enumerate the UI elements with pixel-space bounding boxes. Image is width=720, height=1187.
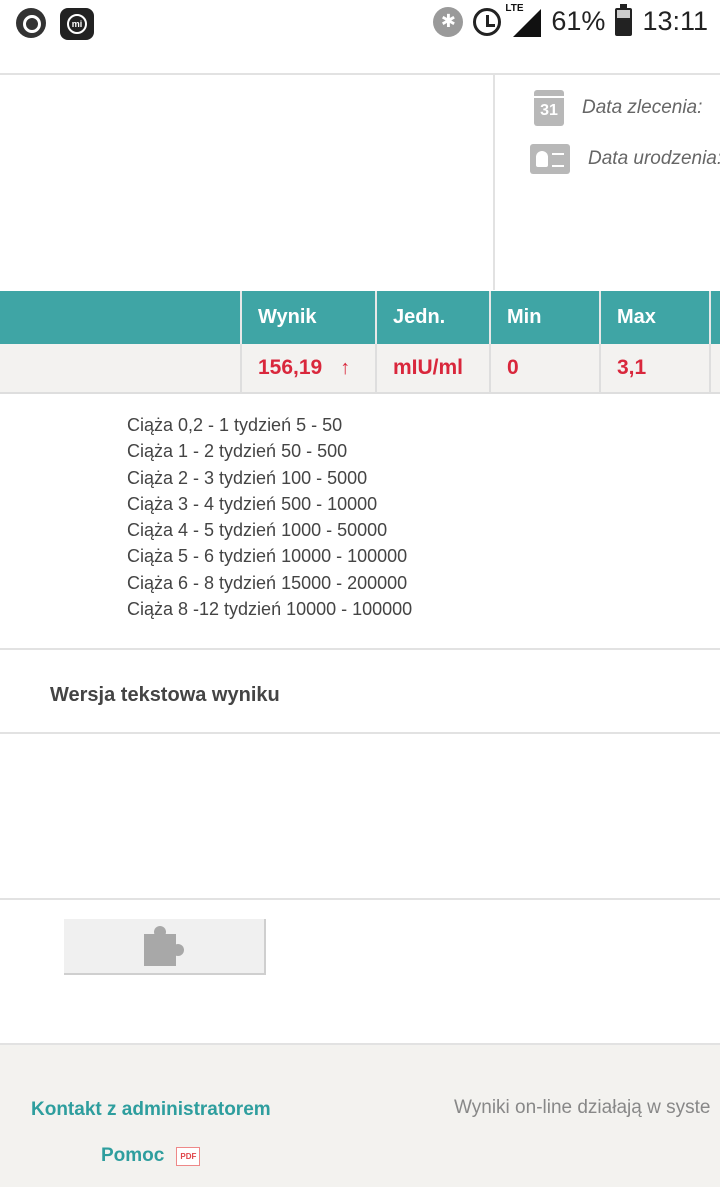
min-cell: 0 xyxy=(507,356,519,379)
clock: 13:11 xyxy=(642,6,708,36)
footer-note: Wyniki on-line działają w syste xyxy=(454,1097,711,1118)
arrow-up-icon: ↑ xyxy=(340,357,351,379)
puzzle-icon xyxy=(142,924,186,968)
order-date-label: Data zlecenia: xyxy=(582,97,703,118)
alarm-icon xyxy=(473,7,502,36)
plugin-placeholder[interactable] xyxy=(64,919,266,975)
column-min: Min xyxy=(507,306,542,328)
bluetooth-icon: ✱ xyxy=(433,6,464,37)
battery-icon xyxy=(615,3,633,36)
column-max: Max xyxy=(617,306,656,328)
footer: Kontakt z administratorem Pomoc PDF Wyni… xyxy=(0,1043,720,1187)
result-value: 156,19 xyxy=(258,356,323,379)
system-indicators: ✱ LTE 61% 13:11 xyxy=(433,3,708,37)
q-app-icon xyxy=(16,8,46,38)
result-cell: 156,19 ↑ xyxy=(241,344,350,392)
cell-separator xyxy=(709,344,711,392)
unit-cell: mIU/ml xyxy=(393,356,464,379)
norm-line: Ciąża 8 -12 tydzień 10000 - 100000 xyxy=(127,599,413,620)
order-date-row: 31 Data zlecenia: xyxy=(530,90,702,126)
section-divider xyxy=(0,898,720,900)
norm-line: Ciąża 2 - 3 tydzień 100 - 5000 xyxy=(127,467,368,488)
norm-line: Ciąża 1 - 2 tydzień 50 - 500 xyxy=(127,441,348,462)
birth-date-label: Data urodzenia: xyxy=(588,148,720,169)
results-table-header: Wynik Jedn. Min Max xyxy=(0,291,720,344)
contact-admin-link[interactable]: Kontakt z administratorem xyxy=(31,1099,271,1121)
max-cell: 3,1 xyxy=(617,356,647,379)
column-unit: Jedn. xyxy=(393,306,446,328)
norm-line: Ciąża 0,2 - 1 tydzień 5 - 50 xyxy=(127,415,343,435)
vertical-divider xyxy=(493,75,495,290)
norm-line: Ciąża 6 - 8 tydzień 15000 - 200000 xyxy=(127,572,408,593)
battery-percent: 61% xyxy=(551,6,606,36)
column-result: Wynik xyxy=(258,306,317,328)
help-row: Pomoc PDF xyxy=(101,1145,201,1167)
section-divider xyxy=(0,732,720,734)
help-link[interactable]: Pomoc xyxy=(101,1145,164,1167)
reference-norms: Ciąża 0,2 - 1 tydzień 5 - 50 Ciąża 1 - 2… xyxy=(127,412,412,622)
notification-icons: mi xyxy=(16,8,94,40)
norm-line: Ciąża 5 - 6 tydzień 10000 - 100000 xyxy=(127,546,408,567)
signal-icon: LTE xyxy=(505,3,542,37)
norm-line: Ciąża 4 - 5 tydzień 1000 - 50000 xyxy=(127,520,388,541)
status-bar: mi ✱ LTE 61% 13:11 xyxy=(0,0,720,50)
header-divider xyxy=(0,73,720,75)
id-card-icon xyxy=(530,144,570,174)
birth-date-row: Data urodzenia: xyxy=(530,144,720,174)
calendar-icon: 31 xyxy=(534,90,564,126)
mi-app-icon: mi xyxy=(60,8,94,40)
text-version-title: Wersja tekstowa wyniku xyxy=(50,684,280,706)
section-divider xyxy=(0,648,720,650)
column-separator xyxy=(709,291,711,344)
table-row: 156,19 ↑ mIU/ml 0 3,1 xyxy=(0,344,720,394)
norm-line: Ciąża 3 - 4 tydzień 500 - 10000 xyxy=(127,493,378,514)
pdf-icon[interactable]: PDF xyxy=(176,1146,201,1166)
